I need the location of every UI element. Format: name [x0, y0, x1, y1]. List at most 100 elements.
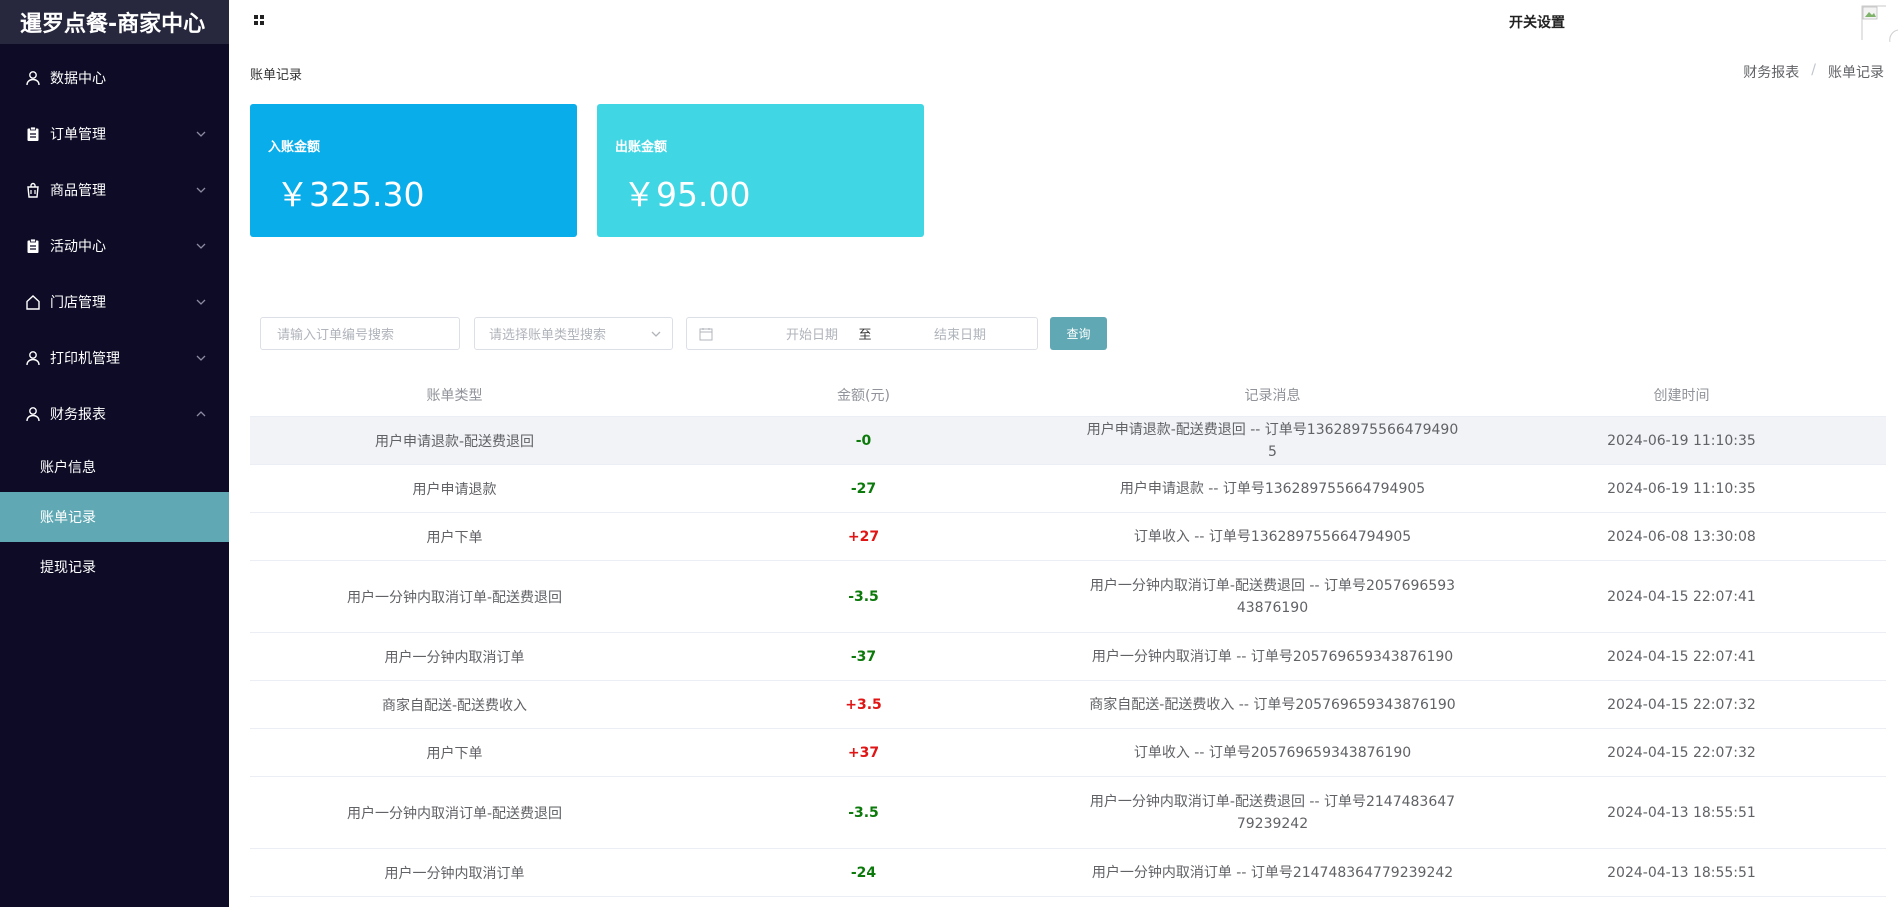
- sidebar-item-printer-management[interactable]: 打印机管理: [0, 330, 229, 386]
- clipboard-icon: [24, 237, 42, 255]
- cell-created-time: 2024-04-15 22:07:32: [1607, 696, 1756, 713]
- header-created-time: 创建时间: [1653, 387, 1710, 404]
- outgo-value: ￥95.00: [623, 175, 751, 214]
- cell-amount: -37: [850, 648, 877, 665]
- cell-amount: -3.5: [848, 588, 879, 605]
- cell-message: 用户一分钟内取消订单 -- 订单号214748364779239242: [1091, 864, 1454, 881]
- date-range-picker[interactable]: 开始日期 至 结束日期: [686, 317, 1038, 350]
- home-icon: [24, 293, 42, 311]
- outgo-label: 出账金额: [615, 140, 668, 155]
- table-row[interactable]: 商家自配送-配送费收入 +3.5 商家自配送-配送费收入 -- 订单号20576…: [250, 681, 1886, 729]
- bill-type-select[interactable]: 请选择账单类型搜索: [474, 317, 673, 350]
- cell-amount: -0: [855, 432, 872, 449]
- table-row[interactable]: 用户申请退款-配送费退回 -0 用户申请退款-配送费退回 -- 订单号13628…: [250, 417, 1886, 465]
- cell-created-time: 2024-04-15 22:07:41: [1607, 648, 1756, 665]
- sidebar-menu: 数据中心 订单管理 商品管理 活动中心 门店管理 打印机管理 财务报表: [0, 44, 229, 442]
- sidebar-item-label: 商品管理: [50, 183, 106, 199]
- header-bill-type: 账单类型: [426, 387, 483, 404]
- table-row[interactable]: 用户一分钟内取消订单 -24 用户一分钟内取消订单 -- 订单号21474836…: [250, 849, 1886, 897]
- financial-submenu: 账户信息 账单记录 提现记录: [0, 442, 229, 592]
- cell-message: 订单收入 -- 订单号136289755664794905: [1133, 528, 1412, 545]
- breadcrumb-parent[interactable]: 财务报表: [1743, 62, 1799, 82]
- bill-table: 账单类型 金额(元) 记录消息 创建时间 用户申请退款-配送费退回 -0 用户申…: [250, 373, 1886, 897]
- income-value: ￥325.30: [276, 175, 425, 214]
- cell-amount: +3.5: [845, 696, 882, 713]
- sidebar-item-data-center[interactable]: 数据中心: [0, 50, 229, 106]
- cell-created-time: 2024-04-15 22:07:41: [1607, 588, 1756, 605]
- top-header: 开关设置: [229, 0, 1902, 44]
- breadcrumb-separator: /: [1811, 62, 1816, 78]
- sidebar-item-account-info[interactable]: 账户信息: [0, 442, 229, 492]
- cell-message: 商家自配送-配送费收入 -- 订单号205769659343876190: [1089, 696, 1456, 713]
- cell-bill-type: 用户一分钟内取消订单: [384, 649, 525, 666]
- cell-message: 用户一分钟内取消订单-配送费退回 -- 订单号20576965934387619…: [1089, 577, 1456, 616]
- bag-icon: [24, 181, 42, 199]
- chevron-down-icon: [196, 243, 206, 249]
- cell-message: 用户申请退款 -- 订单号136289755664794905: [1119, 480, 1426, 497]
- table-row[interactable]: 用户一分钟内取消订单-配送费退回 -3.5 用户一分钟内取消订单-配送费退回 -…: [250, 561, 1886, 633]
- sidebar-item-label: 订单管理: [50, 127, 106, 143]
- end-date-input[interactable]: 结束日期: [905, 324, 1015, 343]
- user-icon: [24, 349, 42, 367]
- switch-settings-link[interactable]: 开关设置: [1509, 12, 1565, 32]
- calendar-icon: [699, 328, 713, 341]
- table-row[interactable]: 用户下单 +37 订单收入 -- 订单号205769659343876190 2…: [250, 729, 1886, 777]
- header-message: 记录消息: [1244, 387, 1301, 404]
- cell-created-time: 2024-04-13 18:55:51: [1607, 804, 1756, 821]
- start-date-input[interactable]: 开始日期: [757, 324, 867, 343]
- sidebar-item-product-management[interactable]: 商品管理: [0, 162, 229, 218]
- table-row[interactable]: 用户一分钟内取消订单 -37 用户一分钟内取消订单 -- 订单号20576965…: [250, 633, 1886, 681]
- table-row[interactable]: 用户一分钟内取消订单-配送费退回 -3.5 用户一分钟内取消订单-配送费退回 -…: [250, 777, 1886, 849]
- table-row[interactable]: 用户申请退款 -27 用户申请退款 -- 订单号1362897556647949…: [250, 465, 1886, 513]
- cell-bill-type: 用户下单: [426, 745, 483, 762]
- cell-amount: -3.5: [848, 804, 879, 821]
- brand-title: 暹罗点餐-商家中心: [0, 0, 229, 44]
- sidebar-item-label: 数据中心: [50, 71, 106, 87]
- menu-toggle-icon[interactable]: [254, 15, 265, 26]
- sidebar-item-label: 打印机管理: [50, 351, 120, 367]
- order-number-search-input[interactable]: 请输入订单编号搜索: [260, 317, 460, 350]
- header-amount: 金额(元): [837, 387, 890, 404]
- cell-message: 用户一分钟内取消订单 -- 订单号205769659343876190: [1091, 648, 1454, 665]
- cell-amount: -27: [850, 480, 877, 497]
- cell-created-time: 2024-06-19 11:10:35: [1607, 432, 1756, 449]
- order-number-placeholder: 请输入订单编号搜索: [277, 328, 395, 343]
- cell-message: 用户一分钟内取消订单-配送费退回 -- 订单号21474836477923924…: [1089, 793, 1456, 832]
- income-card: 入账金额 ￥325.30: [250, 104, 577, 237]
- chevron-down-icon: [196, 299, 206, 305]
- query-button[interactable]: 查询: [1050, 317, 1107, 350]
- chevron-down-icon: [651, 331, 661, 337]
- chevron-down-icon: [196, 355, 206, 361]
- cell-amount: +27: [847, 528, 880, 545]
- table-row[interactable]: 用户下单 +27 订单收入 -- 订单号136289755664794905 2…: [250, 513, 1886, 561]
- page-title: 账单记录: [250, 68, 303, 83]
- user-icon: [24, 69, 42, 87]
- sidebar: 暹罗点餐-商家中心 数据中心 订单管理 商品管理 活动中心 门店管理 打印机管理…: [0, 0, 229, 907]
- breadcrumb-current: 账单记录: [1828, 65, 1884, 81]
- clipboard-icon: [24, 125, 42, 143]
- chevron-down-icon: [196, 187, 206, 193]
- cell-message: 订单收入 -- 订单号205769659343876190: [1133, 744, 1412, 761]
- cell-bill-type: 用户一分钟内取消订单-配送费退回: [346, 589, 563, 606]
- outgo-card: 出账金额 ￥95.00: [597, 104, 924, 237]
- breadcrumb: 财务报表 / 账单记录: [1743, 62, 1884, 82]
- sidebar-item-store-management[interactable]: 门店管理: [0, 274, 229, 330]
- cell-amount: -24: [850, 864, 877, 881]
- sidebar-item-label: 活动中心: [50, 239, 106, 255]
- cell-bill-type: 用户一分钟内取消订单-配送费退回: [346, 805, 563, 822]
- avatar[interactable]: [1860, 2, 1900, 42]
- cell-bill-type: 用户申请退款: [412, 481, 497, 498]
- sidebar-item-bill-records[interactable]: 账单记录: [0, 492, 229, 542]
- cell-created-time: 2024-04-13 18:55:51: [1607, 864, 1756, 881]
- cell-created-time: 2024-04-15 22:07:32: [1607, 744, 1756, 761]
- cell-amount: +37: [847, 744, 880, 761]
- user-icon: [24, 405, 42, 423]
- sidebar-item-withdraw-records[interactable]: 提现记录: [0, 542, 229, 592]
- table-header: 账单类型 金额(元) 记录消息 创建时间: [250, 373, 1886, 417]
- sidebar-item-financial-reports[interactable]: 财务报表: [0, 386, 229, 442]
- sidebar-item-label: 财务报表: [50, 407, 106, 423]
- cell-created-time: 2024-06-19 11:10:35: [1607, 480, 1756, 497]
- cell-bill-type: 商家自配送-配送费收入: [381, 697, 528, 714]
- sidebar-item-order-management[interactable]: 订单管理: [0, 106, 229, 162]
- sidebar-item-activity-center[interactable]: 活动中心: [0, 218, 229, 274]
